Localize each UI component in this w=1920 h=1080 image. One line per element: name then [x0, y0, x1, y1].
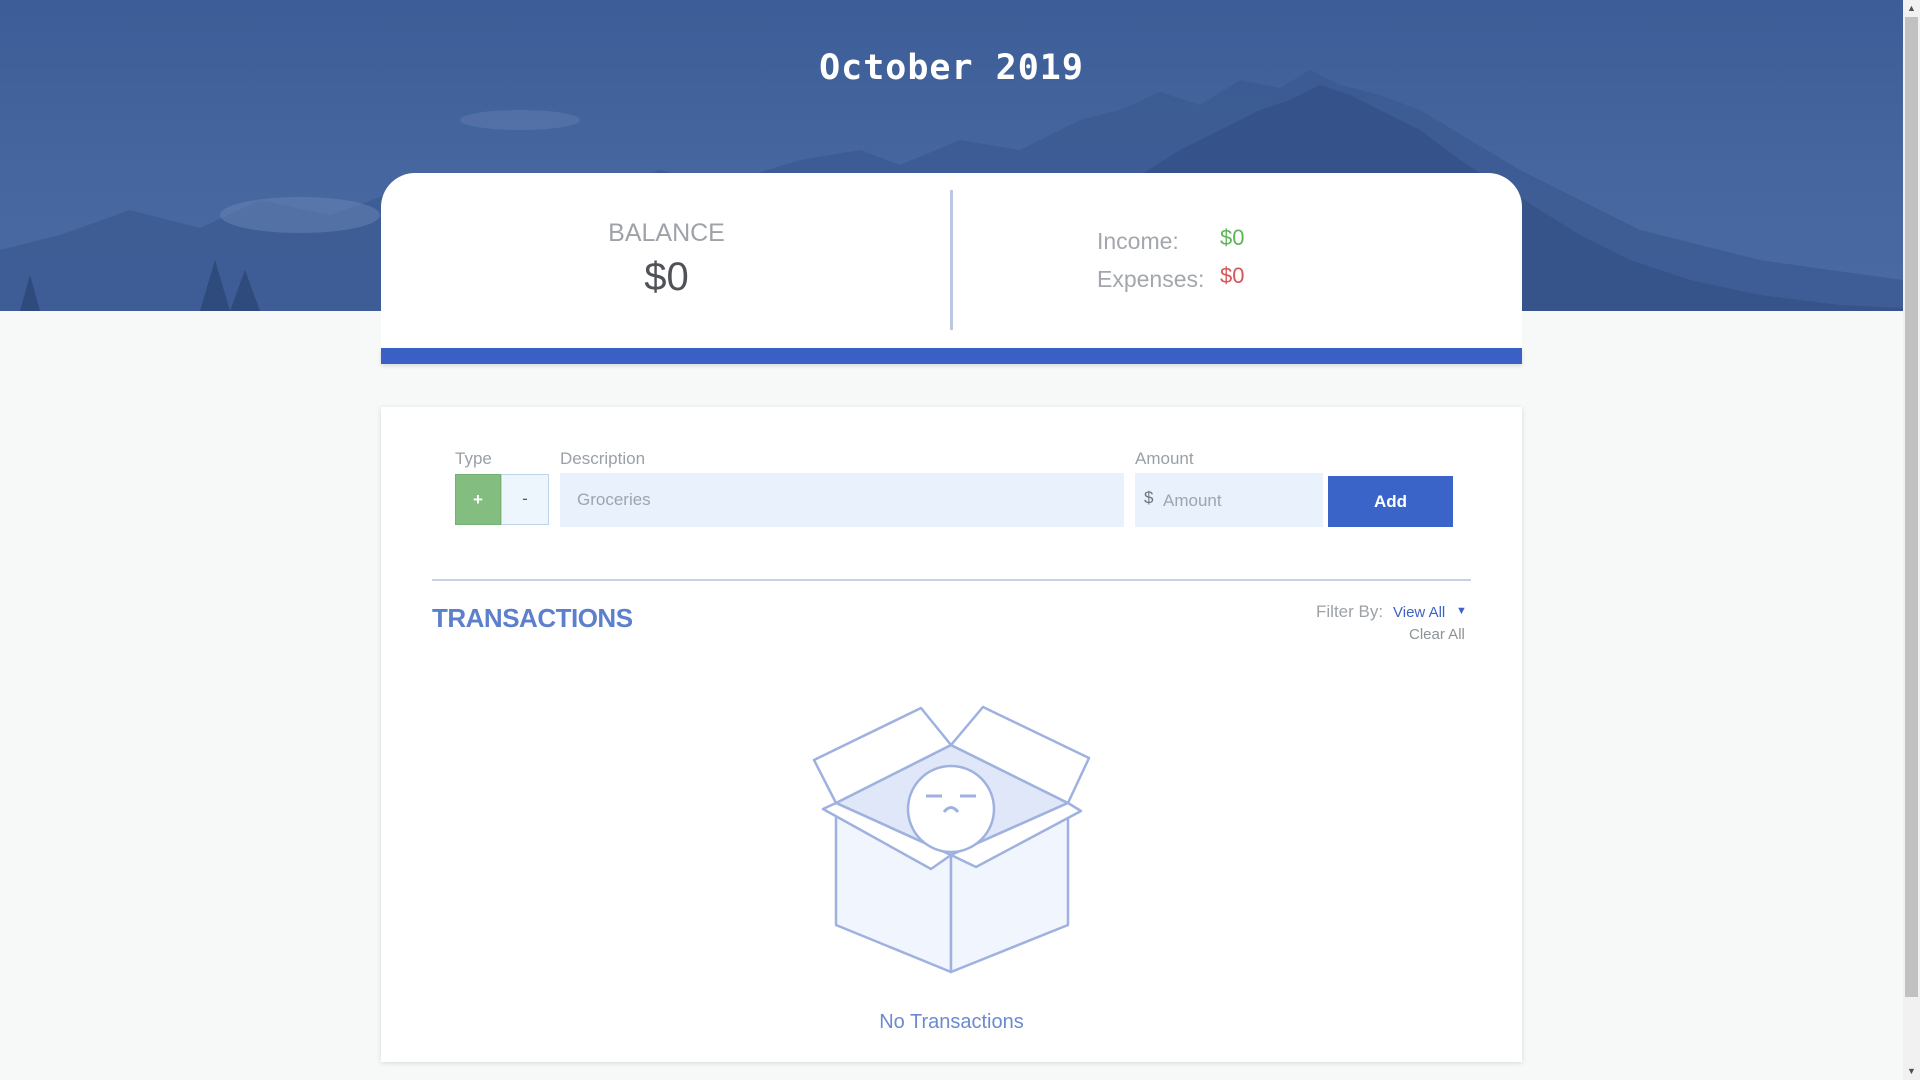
scrollbar[interactable]: ▲ ▼ — [1903, 0, 1920, 1080]
type-expense-button[interactable]: - — [501, 474, 549, 525]
type-label: Type — [455, 449, 492, 468]
amount-input[interactable] — [1161, 473, 1325, 529]
scroll-thumb[interactable] — [1905, 17, 1918, 997]
income-label: Income: — [1097, 228, 1179, 254]
description-label: Description — [560, 449, 646, 468]
section-divider — [432, 579, 1471, 581]
balance-label: BALANCE — [608, 219, 725, 247]
filter-label: Filter By: — [1316, 602, 1384, 621]
scroll-down-icon[interactable]: ▼ — [1903, 1063, 1920, 1080]
amount-field: $ — [1135, 473, 1325, 529]
type-income-button[interactable]: + — [455, 474, 501, 525]
page-title: October 2019 — [819, 48, 1084, 88]
scroll-up-icon[interactable]: ▲ — [1903, 0, 1920, 17]
expenses-label: Expenses: — [1097, 266, 1205, 292]
expenses-value: $0 — [1220, 263, 1245, 288]
income-value: $0 — [1220, 225, 1245, 250]
filter-select[interactable]: View All — [1393, 604, 1445, 621]
transactions-card: Type + - Description Amount $ Add TRANSA… — [381, 407, 1522, 1062]
summary-accent-bar — [381, 348, 1522, 364]
currency-symbol: $ — [1144, 488, 1154, 507]
clear-all-link[interactable]: Clear All — [1409, 626, 1465, 643]
summary-divider — [950, 190, 953, 330]
empty-state-text: No Transactions — [879, 1011, 1024, 1033]
summary-card: BALANCE $0 Income: $0 Expenses: $0 — [381, 173, 1522, 348]
balance-value: $0 — [644, 255, 689, 299]
description-input[interactable] — [560, 473, 1124, 527]
chevron-down-icon[interactable]: ▼ — [1456, 605, 1467, 617]
sad-box-icon — [812, 705, 1091, 974]
add-button[interactable]: Add — [1328, 476, 1453, 527]
amount-label: Amount — [1135, 449, 1194, 468]
transactions-title: TRANSACTIONS — [432, 603, 633, 633]
